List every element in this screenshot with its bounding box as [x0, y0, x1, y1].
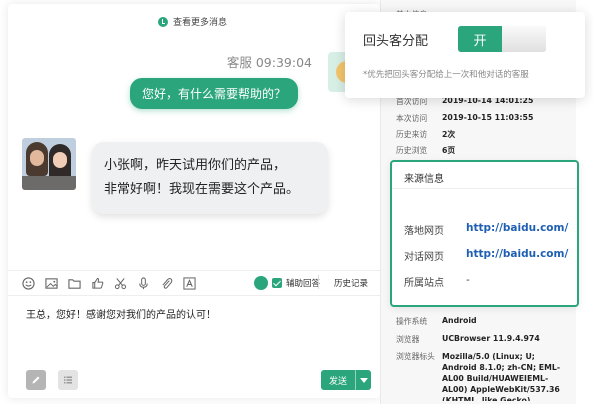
text-format-icon[interactable]	[183, 276, 196, 290]
divider	[392, 188, 577, 189]
thumbs-up-icon[interactable]	[91, 277, 104, 290]
browser-row: 浏览器 UCBrowser 11.9.4.974	[396, 334, 540, 344]
source-info-card: 来源信息 落地网页 http://baidu.com/ 对话网页 http://ba…	[390, 160, 579, 307]
popup-title: 回头客分配	[363, 34, 429, 49]
microphone-icon[interactable]	[137, 276, 150, 290]
toggle-on-label: 开	[458, 26, 502, 52]
agent-message-meta: 客服 09:39:04	[227, 52, 312, 71]
os-row: 操作系统 Android	[396, 316, 477, 326]
scissors-icon[interactable]	[114, 277, 127, 290]
returning-customer-toggle[interactable]: 开	[458, 26, 546, 52]
landing-page-row: 落地网页 http://baidu.com/	[404, 222, 569, 237]
emoji-icon[interactable]	[22, 276, 35, 290]
list-icon	[64, 376, 72, 384]
customer-message-line: 非常好啊！我现在需要这个产品。	[104, 182, 300, 197]
user-agent-row: 浏览器标头 Mozilla/5.0 (Linux; U; Android 8.1.…	[396, 352, 561, 401]
landing-page-link[interactable]: http://baidu.com/	[466, 222, 568, 237]
chat-page-row: 对话网页 http://baidu.com/	[404, 248, 569, 263]
source-title: 来源信息	[404, 174, 444, 185]
edit-button[interactable]	[26, 370, 46, 390]
info-row: 本次访问 2019-10-15 11:03:55	[396, 113, 534, 123]
history-link[interactable]: 历史记录	[334, 277, 368, 289]
assist-checkbox[interactable]	[272, 278, 282, 288]
pencil-icon	[32, 376, 40, 384]
chat-page-link[interactable]: http://baidu.com/	[466, 248, 568, 263]
folder-icon[interactable]	[68, 277, 81, 290]
send-button[interactable]: 发送	[321, 370, 371, 390]
message-input[interactable]: 王总，您好！感谢您对我们的产品的认可！	[26, 306, 216, 321]
agent-name: 客服	[226, 55, 252, 70]
customer-message-bubble: 小张啊，昨天试用你们的产品， 非常好啊！我现在需要这个产品。	[92, 142, 328, 214]
message-toolbar	[8, 270, 380, 296]
info-row: 历史浏览 6页	[396, 146, 456, 155]
chat-panel: 查看更多消息 客服 09:39:04 您好，有什么需要帮助的？ 小张啊，昨天试用…	[8, 4, 380, 398]
toggle-knob[interactable]	[502, 26, 546, 52]
view-more-messages-link[interactable]: 查看更多消息	[158, 15, 227, 28]
customer-avatar[interactable]	[22, 138, 76, 190]
attachment-icon[interactable]	[160, 277, 173, 290]
info-row: 历史来访 2次	[396, 130, 456, 139]
send-label: 发送	[328, 376, 347, 387]
toolbar-divider	[318, 275, 319, 289]
site-row: 所属站点 -	[404, 274, 470, 289]
assist-label: 辅助回答	[286, 279, 321, 289]
popup-note: *优先把回头客分配给上一次和他对话的客服	[363, 70, 529, 80]
robot-icon	[254, 276, 268, 290]
image-icon[interactable]	[45, 277, 58, 290]
customer-message-line: 小张啊，昨天试用你们的产品，	[104, 158, 287, 173]
view-more-label: 查看更多消息	[173, 18, 228, 28]
quick-reply-button[interactable]	[58, 370, 78, 390]
clock-icon	[158, 16, 168, 27]
send-options-dropdown[interactable]	[355, 370, 371, 390]
agent-message-bubble: 您好，有什么需要帮助的？	[129, 78, 298, 109]
returning-customer-popup: 回头客分配 开 *优先把回头客分配给上一次和他对话的客服	[345, 12, 585, 98]
assist-answer-toggle[interactable]: 辅助回答	[254, 276, 320, 290]
agent-message-time: 09:39:04	[255, 55, 312, 70]
